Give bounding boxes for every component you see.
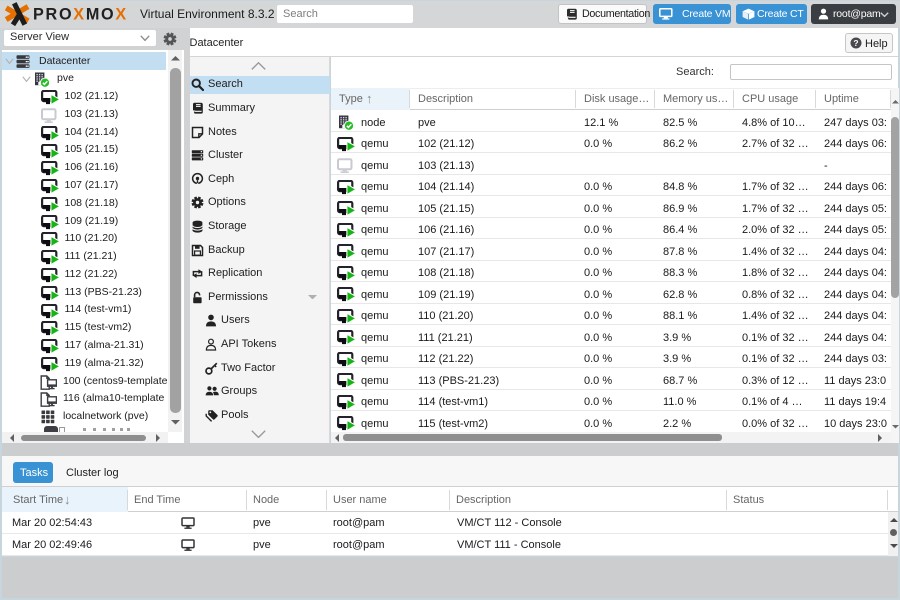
svg-text:?: ? [853, 38, 858, 48]
